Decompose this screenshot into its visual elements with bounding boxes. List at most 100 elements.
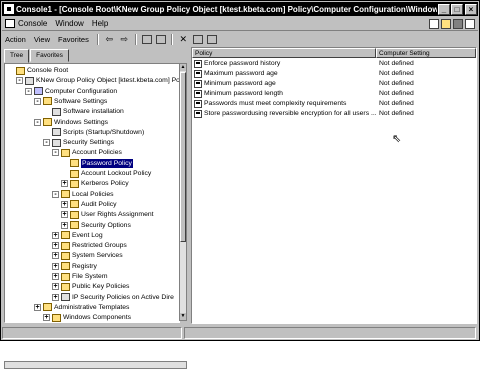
tree-node-label: Computer Configuration — [45, 87, 118, 95]
tree-node[interactable]: + Security Options — [61, 221, 131, 230]
tree-vertical-scrollbar[interactable]: ▲ ▼ — [179, 63, 187, 321]
tree-node[interactable]: + Administrative Templates — [34, 303, 129, 312]
tree-node[interactable]: + IP Security Policies on Active Dire — [52, 293, 174, 302]
tree-node-label: KNew Group Policy Object [ktest.kbeta.co… — [36, 77, 180, 85]
export-list-icon[interactable] — [206, 34, 217, 44]
expand-icon[interactable]: + — [43, 314, 50, 322]
menu-console[interactable]: Console — [18, 19, 47, 28]
policy-name: Store passwordusing reversible encryptio… — [204, 110, 377, 117]
expand-icon[interactable]: + — [52, 252, 59, 260]
show-hide-tree-icon[interactable] — [155, 34, 166, 44]
up-one-level-icon[interactable] — [141, 34, 152, 44]
title-bar[interactable]: Console1 - [Console Root\KNew Group Poli… — [2, 2, 478, 16]
collapse-icon[interactable]: - — [43, 139, 50, 147]
scroll-up-arrow[interactable]: ▲ — [180, 64, 186, 71]
tab-favorites[interactable]: Favorites — [30, 49, 69, 62]
tree-node-label: Security Settings — [63, 139, 114, 147]
tree-node[interactable]: Account Lockout Policy — [61, 169, 151, 178]
tree-node[interactable]: - Software Settings — [34, 97, 107, 106]
policy-row[interactable]: Minimum password age Not defined — [192, 79, 476, 89]
scroll-thumb[interactable] — [180, 72, 186, 242]
expand-icon[interactable]: + — [52, 293, 59, 301]
policy-row[interactable]: Maximum password age Not defined — [192, 69, 476, 79]
tree-node[interactable]: + File System — [52, 272, 108, 281]
expand-icon[interactable]: + — [61, 221, 68, 229]
expand-icon[interactable]: + — [52, 262, 59, 270]
collapse-icon[interactable]: - — [34, 97, 41, 105]
tree-node[interactable]: Password Policy — [61, 158, 133, 168]
mmc-app-icon[interactable] — [4, 4, 14, 14]
tree-node[interactable]: - Account Policies — [52, 148, 122, 157]
column-header-computer-setting[interactable]: Computer Setting — [376, 48, 476, 58]
tree-node[interactable]: + Audit Policy — [61, 200, 117, 209]
scroll-down-arrow[interactable]: ▼ — [180, 313, 186, 320]
expand-icon[interactable]: + — [61, 211, 68, 219]
tree-node[interactable]: + Event Log — [52, 231, 103, 240]
tree-node[interactable]: - Security Settings — [43, 138, 114, 147]
new-icon[interactable] — [429, 18, 439, 29]
tree-node[interactable]: + Windows Components — [43, 313, 131, 322]
tree-node[interactable]: + Registry — [52, 262, 97, 271]
policy-name: Minimum password age — [204, 80, 276, 87]
menu-bar: Console Window Help — [2, 17, 478, 31]
tree-node[interactable]: Software installation — [43, 107, 124, 116]
tree-node[interactable]: + Kerberos Policy — [61, 179, 129, 188]
tree-node[interactable]: - Windows Settings — [34, 118, 108, 127]
tree-node[interactable]: + User Rights Assignment — [61, 210, 154, 219]
expand-icon[interactable]: + — [52, 242, 59, 250]
expand-icon[interactable]: + — [61, 200, 68, 208]
collapse-icon[interactable]: - — [34, 118, 41, 126]
favorites-menu[interactable]: Favorites — [58, 35, 89, 44]
policy-name: Enforce password history — [204, 60, 281, 67]
view-menu[interactable]: View — [34, 35, 50, 44]
expand-icon[interactable]: + — [61, 180, 68, 188]
expand-icon[interactable]: + — [34, 303, 41, 311]
column-header-policy[interactable]: Policy — [192, 48, 376, 58]
collapse-icon[interactable]: - — [52, 149, 59, 157]
new-window-icon[interactable] — [465, 18, 475, 29]
folder-icon — [61, 241, 70, 250]
menu-window[interactable]: Window — [55, 19, 83, 28]
tree-node[interactable]: + Public Key Policies — [52, 282, 129, 291]
collapse-icon[interactable]: - — [16, 77, 23, 85]
minimize-button[interactable]: _ — [438, 3, 450, 15]
folder-icon — [70, 179, 79, 188]
tree-node[interactable]: Console Root — [7, 66, 68, 75]
tree-node[interactable]: - KNew Group Policy Object [ktest.kbeta.c… — [16, 76, 180, 85]
expand-icon[interactable]: + — [52, 231, 59, 239]
collapse-icon[interactable]: - — [52, 190, 59, 198]
open-icon[interactable] — [441, 18, 451, 29]
policy-setting-icon — [194, 100, 202, 108]
tree-horizontal-scrollbar[interactable] — [4, 361, 187, 369]
folder-icon — [43, 303, 52, 312]
delete-icon[interactable]: ✕ — [178, 34, 189, 44]
tab-tree[interactable]: Tree — [4, 49, 30, 63]
console-menu-icon[interactable] — [5, 19, 15, 28]
properties-icon[interactable] — [192, 34, 203, 44]
policy-name: Minimum password length — [204, 90, 283, 97]
back-icon[interactable]: ⇦ — [104, 34, 115, 44]
policy-setting-icon — [194, 80, 202, 88]
close-button[interactable]: × — [465, 3, 477, 15]
expand-icon[interactable]: + — [52, 283, 59, 291]
save-icon[interactable] — [453, 18, 463, 29]
action-menu[interactable]: Action — [5, 35, 26, 44]
tree-node[interactable]: + System Services — [52, 251, 123, 260]
expand-icon[interactable]: + — [52, 273, 59, 280]
policy-row[interactable]: Passwords must meet complexity requireme… — [192, 99, 476, 109]
menu-help[interactable]: Help — [92, 19, 108, 28]
tree-node-label: Software installation — [63, 108, 124, 116]
tree-node[interactable]: + Restricted Groups — [52, 241, 127, 250]
tree-node[interactable]: - Computer Configuration — [25, 87, 117, 96]
tree-node-label: Account Policies — [72, 149, 122, 157]
policy-row[interactable]: Store passwordusing reversible encryptio… — [192, 109, 476, 119]
policy-row[interactable]: Minimum password length Not defined — [192, 89, 476, 99]
tree-node[interactable]: Scripts (Startup/Shutdown) — [43, 128, 144, 137]
tree-node[interactable]: - Local Policies — [52, 190, 114, 199]
collapse-icon[interactable]: - — [25, 87, 32, 95]
tree-node-label: Account Lockout Policy — [81, 170, 152, 177]
maximize-button[interactable]: □ — [451, 3, 463, 15]
console-tree: Console Root - KNew Group Policy Object [k… — [4, 63, 180, 323]
forward-icon[interactable]: ⇨ — [119, 34, 130, 44]
policy-row[interactable]: Enforce password history Not defined — [192, 59, 476, 69]
